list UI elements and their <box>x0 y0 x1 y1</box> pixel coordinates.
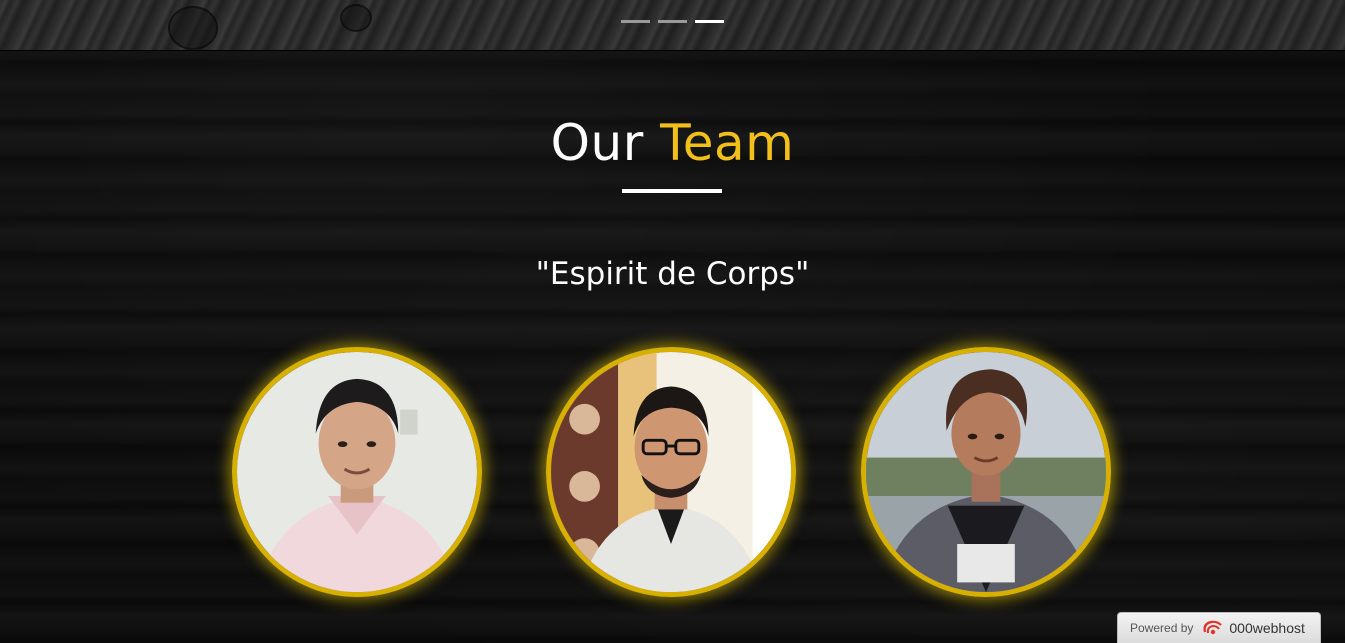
slider-indicator-1[interactable] <box>621 20 650 23</box>
team-member-photo-1[interactable] <box>232 347 482 597</box>
page-title: Our Team <box>0 112 1345 174</box>
wood-knot-decoration <box>168 6 218 50</box>
team-member-photo-2[interactable] <box>546 347 796 597</box>
powered-by-badge[interactable]: Powered by 000webhost <box>1117 612 1321 643</box>
wood-knot-decoration <box>340 4 372 32</box>
page: Our Team "Espirit de Corps" Powered by 0… <box>0 0 1345 643</box>
team-member-photo-3[interactable] <box>861 347 1111 597</box>
member-3-photo <box>866 352 1106 592</box>
webhost-logo-icon <box>1203 620 1223 635</box>
title-underline <box>622 189 722 193</box>
member-1-photo <box>237 352 477 592</box>
member-2-photo <box>551 352 791 592</box>
slider-indicator-2[interactable] <box>658 20 687 23</box>
slider-indicators <box>621 20 724 23</box>
title-main: Our <box>550 114 644 172</box>
slider-indicator-3[interactable] <box>695 20 724 23</box>
powered-by-brand: 000webhost <box>1229 620 1305 636</box>
team-motto: "Espirit de Corps" <box>535 256 810 292</box>
title-accent: Team <box>660 114 795 172</box>
powered-by-label: Powered by <box>1130 621 1194 635</box>
wood-header-strip <box>0 0 1345 51</box>
